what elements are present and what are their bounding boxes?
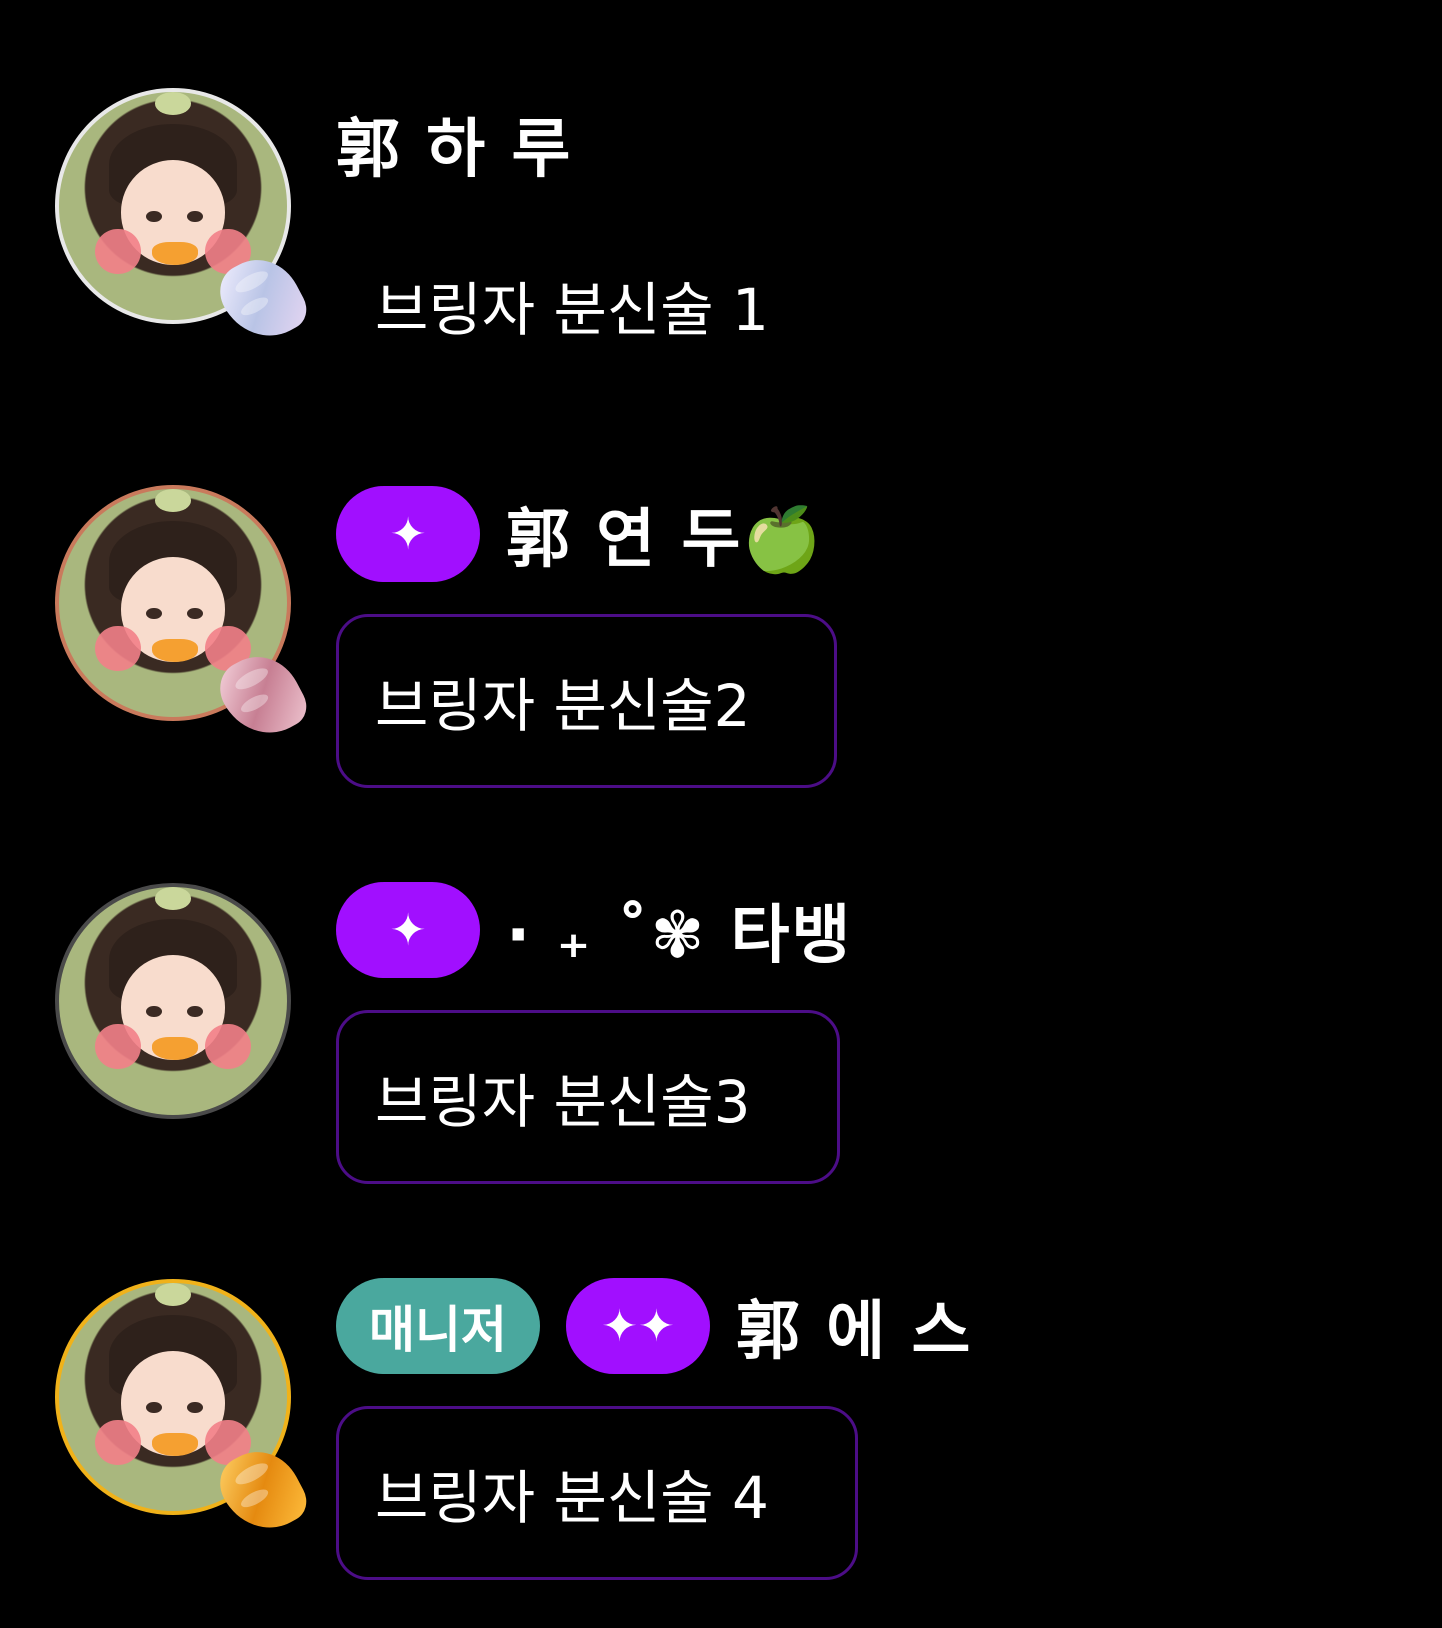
avatar-hat-bulb xyxy=(154,489,192,512)
manager-badge-label: 매니저 xyxy=(369,1301,507,1359)
sender-name[interactable]: 郭 연 두🍏 xyxy=(506,488,824,580)
avatar-cheek xyxy=(204,1023,251,1070)
message-text: 브링자 분신술3 xyxy=(375,1068,751,1136)
sender-name[interactable]: · ₊ ˚✾ 타뱅 xyxy=(506,884,852,976)
chat-feed: 郭 하 루 브링자 분신술 1 ✦ 郭 연 두🍏 브링자 분신술2 ✦ · ₊ … xyxy=(0,0,1442,1628)
message-bubble[interactable]: 브링자 분신술 4 xyxy=(336,1406,858,1580)
sparkle-badge: ✦ xyxy=(336,882,480,978)
sparkle-icon: ✦ xyxy=(389,508,427,560)
sender-name[interactable]: 郭 에 스 xyxy=(736,1280,972,1372)
avatar-eye xyxy=(186,1005,203,1017)
message-bubble[interactable]: 브링자 분신술 1 xyxy=(336,218,856,392)
sender-name[interactable]: 郭 하 루 xyxy=(336,98,572,190)
avatar-eye xyxy=(186,210,203,222)
avatar-cheek xyxy=(95,228,142,275)
message-text: 브링자 분신술 1 xyxy=(375,276,769,344)
sender-row: ✦ · ₊ ˚✾ 타뱅 xyxy=(336,882,852,978)
avatar-cheek xyxy=(95,1419,142,1466)
sender-row: ✦ 郭 연 두🍏 xyxy=(336,486,824,582)
avatar-eye xyxy=(145,210,162,222)
avatar-eye xyxy=(145,607,162,619)
sparkle-badge: ✦ xyxy=(336,486,480,582)
avatar-hat-bulb xyxy=(154,1283,192,1306)
message-text: 브링자 분신술 4 xyxy=(375,1464,769,1532)
sender-row: 郭 하 루 xyxy=(336,96,572,192)
avatar-eye xyxy=(145,1005,162,1017)
avatar-eye xyxy=(145,1401,162,1413)
message-bubble[interactable]: 브링자 분신술3 xyxy=(336,1010,840,1184)
avatar-beak xyxy=(152,242,199,266)
sender-row: 매니저 ✦✦ 郭 에 스 xyxy=(336,1278,972,1374)
avatar-beak xyxy=(152,639,199,663)
avatar-hat-bulb xyxy=(154,887,192,910)
avatar-beak xyxy=(152,1037,199,1061)
sparkle-icon: ✦ xyxy=(389,904,427,956)
double-sparkle-icon: ✦✦ xyxy=(601,1300,675,1352)
message-bubble[interactable]: 브링자 분신술2 xyxy=(336,614,837,788)
avatar[interactable] xyxy=(55,883,291,1119)
avatar-eye xyxy=(186,1401,203,1413)
avatar-hat-bulb xyxy=(154,92,192,115)
manager-badge: 매니저 xyxy=(336,1278,540,1374)
avatar-eye xyxy=(186,607,203,619)
sparkle-badge: ✦✦ xyxy=(566,1278,710,1374)
avatar-cheek xyxy=(95,625,142,672)
message-text: 브링자 분신술2 xyxy=(375,672,751,740)
avatar-beak xyxy=(152,1433,199,1457)
avatar-cheek xyxy=(95,1023,142,1070)
